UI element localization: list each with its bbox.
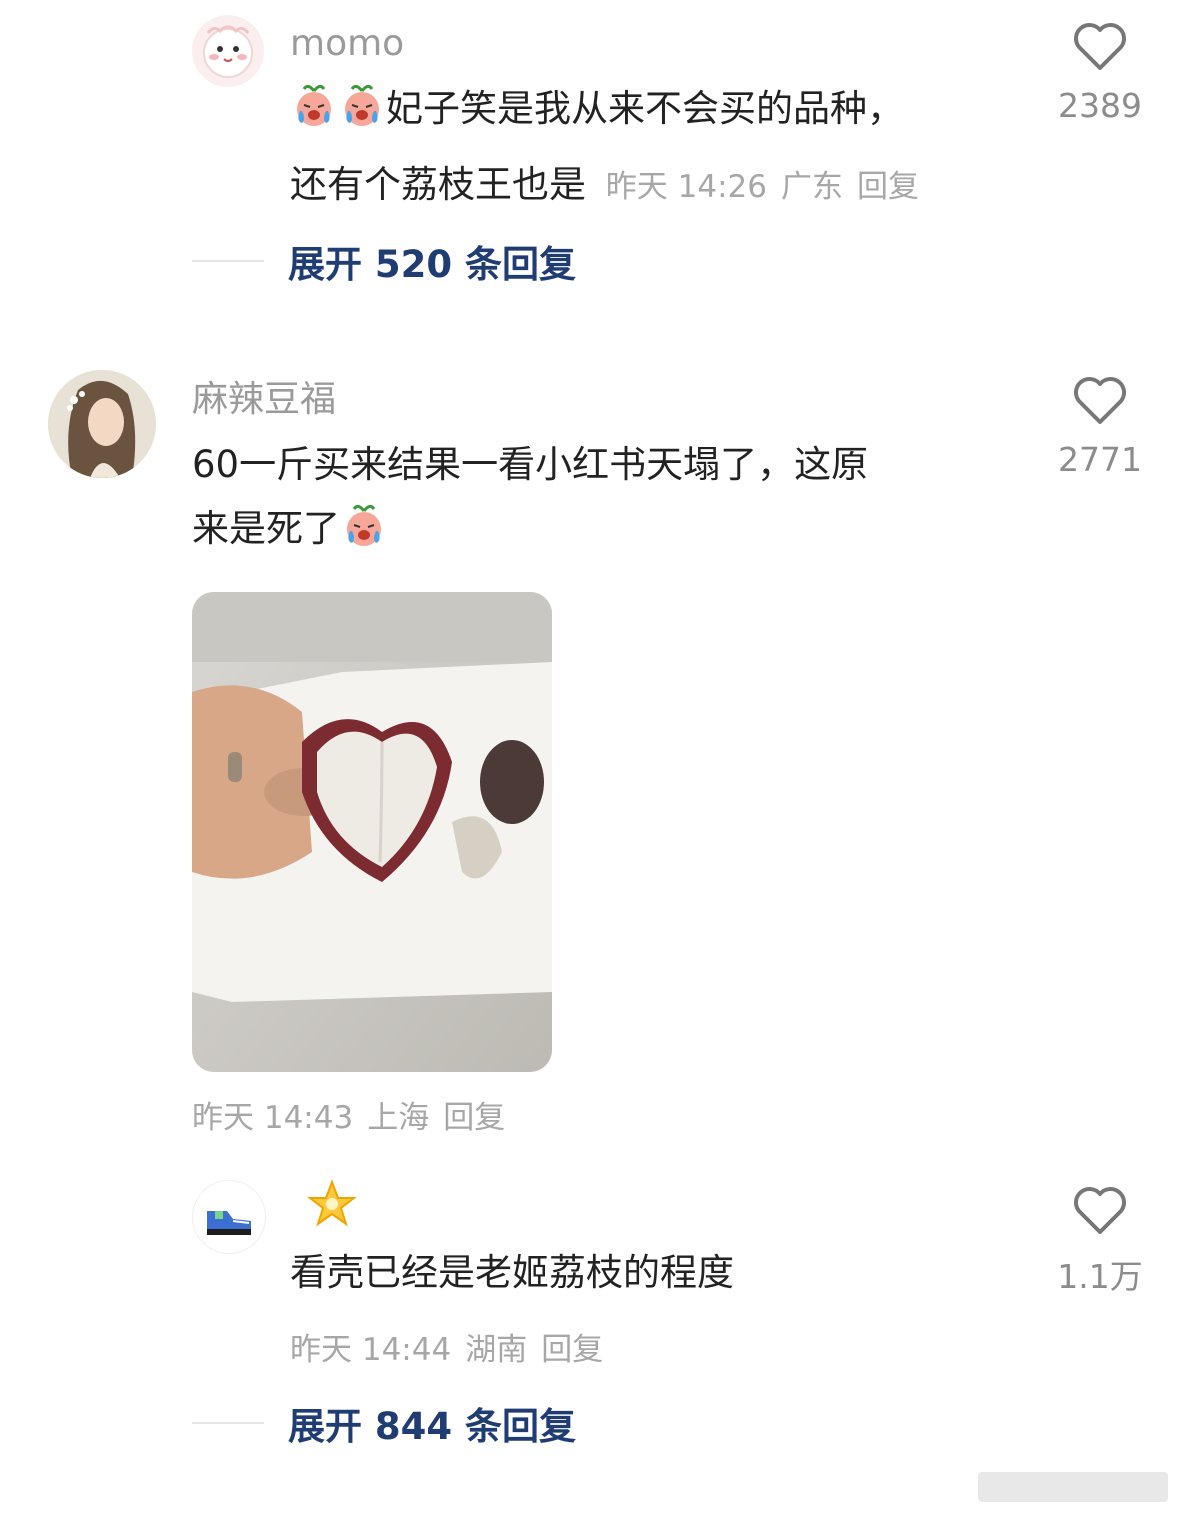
username[interactable]: momo: [290, 22, 404, 66]
crying-peach-emoji: [338, 83, 386, 144]
comment-location: 上海: [367, 1100, 430, 1136]
comment-2: 麻辣豆福 60一斤买来结果一看小红书天塌了，这原 来是死了 昨天 14:43 上…: [0, 360, 1179, 1160]
heart-outline-icon: [1074, 23, 1126, 70]
comment-text: 看壳已经是老姬荔枝的程度: [290, 1251, 734, 1294]
comment-meta: 昨天 14:43 上海 回复: [192, 1092, 519, 1137]
comment-photo[interactable]: [192, 592, 552, 1072]
comment-location: 湖南: [465, 1332, 528, 1368]
comment-meta: 昨天 14:44 湖南 回复: [290, 1324, 617, 1369]
comment-text: 60一斤买来结果一看小红书天塌了，这原 来是死了: [192, 436, 1012, 564]
like-button[interactable]: 1.1万: [1030, 1186, 1170, 1298]
comment-text-line1: 妃子笑是我从来不会买的品种，: [290, 80, 1030, 144]
divider: [192, 260, 264, 262]
comment-location: 广东: [780, 169, 843, 205]
like-count: 2771: [1058, 440, 1142, 479]
comment-3: 看壳已经是老姬荔枝的程度 昨天 14:44 湖南 回复 1.1万 展开 844 条回…: [0, 1170, 1179, 1460]
reply-button[interactable]: 回复: [541, 1332, 603, 1368]
like-button[interactable]: 2389: [1030, 22, 1170, 125]
like-button[interactable]: 2771: [1030, 376, 1170, 479]
expand-replies-label[interactable]: 展开 520 条回复: [288, 234, 576, 288]
heart-outline-icon: [1074, 377, 1126, 424]
like-count: 2389: [1058, 86, 1142, 125]
comment-time: 昨天 14:44: [290, 1332, 452, 1368]
heart-outline-icon: [1074, 1187, 1126, 1234]
comment-text-line2: 来是死了: [192, 500, 1012, 564]
avatar[interactable]: [192, 15, 264, 87]
reply-button[interactable]: 回复: [443, 1100, 505, 1136]
crying-peach-emoji: [290, 83, 338, 144]
comment-text-line2: 还有个荔枝王也是 昨天 14:26 广东 回复: [290, 156, 1030, 216]
comment-time: 昨天 14:26: [605, 169, 767, 205]
home-indicator: [978, 1472, 1168, 1502]
crying-peach-emoji: [340, 503, 388, 564]
comment-meta: 昨天 14:26 广东 回复: [606, 169, 933, 205]
glowing-star-emoji: [306, 1178, 358, 1234]
lychee-photo: [192, 592, 552, 1072]
comment-text-line1: 60一斤买来结果一看小红书天塌了，这原: [192, 443, 869, 486]
reply-button[interactable]: 回复: [857, 169, 919, 205]
sneaker-icon: [207, 1211, 251, 1235]
divider: [192, 1422, 264, 1424]
avatar[interactable]: [192, 1180, 266, 1254]
expand-replies[interactable]: 展开 520 条回复: [192, 234, 576, 288]
avatar[interactable]: [48, 370, 156, 478]
like-count: 1.1万: [1057, 1257, 1143, 1296]
comment-time: 昨天 14:43: [192, 1100, 354, 1136]
comment-1: momo 妃子笑是我从来不会买的品种， 还有个荔枝王也是 昨天 14:26 广东回…: [0, 0, 1179, 300]
comment-text: 妃子笑是我从来不会买的品种， 还有个荔枝王也是 昨天 14:26 广东 回复: [290, 80, 1030, 216]
expand-replies-label[interactable]: 展开 844 条回复: [288, 1396, 576, 1450]
expand-replies[interactable]: 展开 844 条回复: [192, 1396, 576, 1450]
username[interactable]: 麻辣豆福: [192, 378, 336, 422]
